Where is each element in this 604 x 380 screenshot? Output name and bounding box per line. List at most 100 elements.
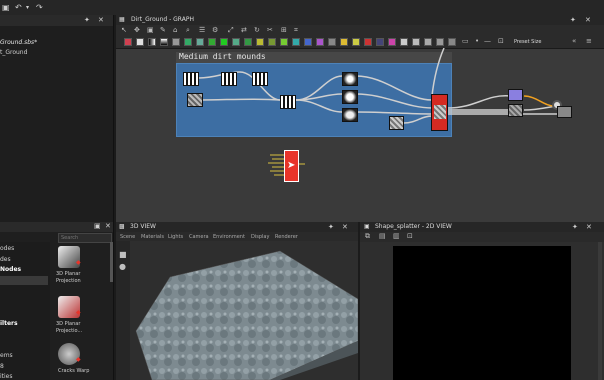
node-noise-1[interactable]: [187, 93, 203, 107]
comment-icon[interactable]: ✎: [160, 26, 166, 34]
tool-grad[interactable]: [160, 38, 168, 46]
tool-magenta[interactable]: [388, 38, 396, 46]
tool-teal[interactable]: [244, 38, 252, 46]
view3d-menu-lights[interactable]: Lights: [168, 234, 183, 240]
search-icon[interactable]: ⌕: [186, 26, 190, 35]
library-search-input[interactable]: Search: [58, 233, 112, 243]
library-category-11[interactable]: 8: [0, 363, 4, 370]
pin-icon[interactable]: ✦: [84, 16, 90, 24]
tool-shuffle[interactable]: [232, 38, 240, 46]
list-icon[interactable]: ☰: [199, 26, 205, 34]
tool-light4[interactable]: [436, 38, 444, 46]
move-icon[interactable]: ✥: [134, 26, 140, 34]
tool-bw[interactable]: [148, 38, 156, 46]
tool-gray[interactable]: [328, 38, 336, 46]
tool-blue[interactable]: [304, 38, 312, 46]
tool-navy[interactable]: [376, 38, 384, 46]
camera-icon[interactable]: ■: [119, 250, 127, 259]
tools-icon[interactable]: ✂: [267, 26, 273, 34]
node-shape-3[interactable]: [342, 108, 358, 122]
node-noise-2[interactable]: [389, 116, 404, 130]
library-category-1[interactable]: odes: [0, 245, 14, 252]
library-scrollbar[interactable]: [110, 242, 113, 282]
node-output-blue[interactable]: [508, 89, 523, 101]
tool-dots[interactable]: [208, 38, 216, 46]
terrain-viewport[interactable]: [130, 241, 358, 380]
graph-close-icon[interactable]: ✕: [585, 16, 591, 24]
view2d-pin-icon[interactable]: ✦: [572, 223, 578, 231]
tool-olive[interactable]: [268, 38, 276, 46]
tool-lime[interactable]: [280, 38, 288, 46]
library-pin-icon[interactable]: ▣: [94, 222, 101, 230]
graph-pin-icon[interactable]: ✦: [570, 16, 576, 24]
frame-icon[interactable]: ▣: [147, 26, 154, 34]
tool-crop[interactable]: [124, 38, 132, 46]
tool-noise[interactable]: [172, 38, 180, 46]
node-tile-3[interactable]: [252, 72, 268, 86]
library-category-3[interactable]: Nodes: [0, 266, 21, 273]
explorer-item-graph[interactable]: t_Ground: [0, 49, 27, 56]
tool-yellow[interactable]: [256, 38, 264, 46]
view3d-menu-display[interactable]: Display: [251, 234, 269, 240]
node-shape-2[interactable]: [342, 90, 358, 104]
more-icon[interactable]: «: [572, 37, 576, 45]
tool-light2[interactable]: [412, 38, 420, 46]
tool-grid[interactable]: [196, 38, 204, 46]
view3d-menu-environment[interactable]: Environment: [213, 234, 245, 240]
view3d-pin-icon[interactable]: ✦: [328, 223, 334, 231]
fit-icon[interactable]: ⊡: [498, 37, 504, 45]
expand-icon[interactable]: ⤢: [228, 26, 234, 35]
tool-light[interactable]: [400, 38, 408, 46]
library-category-2[interactable]: des: [0, 256, 11, 263]
view2d-canvas[interactable]: [393, 246, 571, 380]
view2d-save-icon[interactable]: ▤: [379, 232, 386, 240]
tool-warning[interactable]: [352, 38, 360, 46]
select-icon[interactable]: ↖: [121, 26, 127, 34]
view3d-menu-camera[interactable]: Camera: [189, 234, 209, 240]
light-icon[interactable]: ●: [119, 262, 126, 271]
settings-icon[interactable]: ⚙: [212, 26, 218, 34]
tool-violet[interactable]: [316, 38, 324, 46]
library-category-10[interactable]: ems: [0, 352, 13, 359]
library-category-7[interactable]: ilters: [0, 320, 18, 327]
align-icon[interactable]: ⊞: [281, 26, 287, 34]
library-category-selected[interactable]: [0, 276, 48, 285]
redo-icon[interactable]: ↷: [36, 4, 44, 12]
grid-toggle-icon[interactable]: ⌗: [294, 26, 298, 35]
tool-pixel[interactable]: [184, 38, 192, 46]
view2d-channels-icon[interactable]: ▥: [393, 232, 400, 240]
tool-sun[interactable]: [340, 38, 348, 46]
window-icon[interactable]: ▣: [2, 4, 10, 12]
view2d-close-icon[interactable]: ✕: [586, 223, 592, 231]
node-output-gray[interactable]: [508, 104, 523, 117]
tool-light3[interactable]: [424, 38, 432, 46]
explorer-item-package[interactable]: Ground.sbs*: [0, 39, 37, 46]
slider-icon[interactable]: •: [475, 37, 479, 45]
view3d-menu-renderer[interactable]: Renderer: [275, 234, 298, 240]
tool-red[interactable]: [364, 38, 372, 46]
link-icon[interactable]: ⇄: [241, 26, 247, 34]
refresh-icon[interactable]: ↻: [254, 26, 260, 34]
tool-white[interactable]: [136, 38, 144, 46]
pin-node-icon[interactable]: ⌂: [173, 26, 177, 34]
library-category-12[interactable]: ities: [0, 373, 13, 380]
view3d-menu-scene[interactable]: Scene: [120, 234, 135, 240]
node-splatter[interactable]: [431, 94, 448, 131]
node-tile-4[interactable]: [280, 95, 296, 109]
undo-icon[interactable]: ↶: [15, 4, 23, 12]
zoom-out-icon[interactable]: ▭: [462, 37, 469, 45]
view3d-close-icon[interactable]: ✕: [342, 223, 348, 231]
tool-green[interactable]: [220, 38, 228, 46]
library-close-icon[interactable]: ✕: [105, 222, 111, 230]
view2d-copy-icon[interactable]: ⧉: [365, 232, 370, 241]
close-icon[interactable]: ✕: [98, 16, 104, 24]
dropdown-icon[interactable]: ▾: [26, 4, 34, 12]
preset-size-dropdown[interactable]: Preset Size: [514, 39, 541, 45]
menu-icon[interactable]: ≡: [586, 37, 592, 45]
line-icon[interactable]: —: [484, 37, 491, 45]
node-tile-1[interactable]: [183, 72, 199, 86]
view2d-scrollbar[interactable]: [598, 242, 602, 380]
node-shape-1[interactable]: [342, 72, 358, 86]
node-tile-2[interactable]: [221, 72, 237, 86]
view2d-fit-icon[interactable]: ⊡: [407, 232, 413, 240]
